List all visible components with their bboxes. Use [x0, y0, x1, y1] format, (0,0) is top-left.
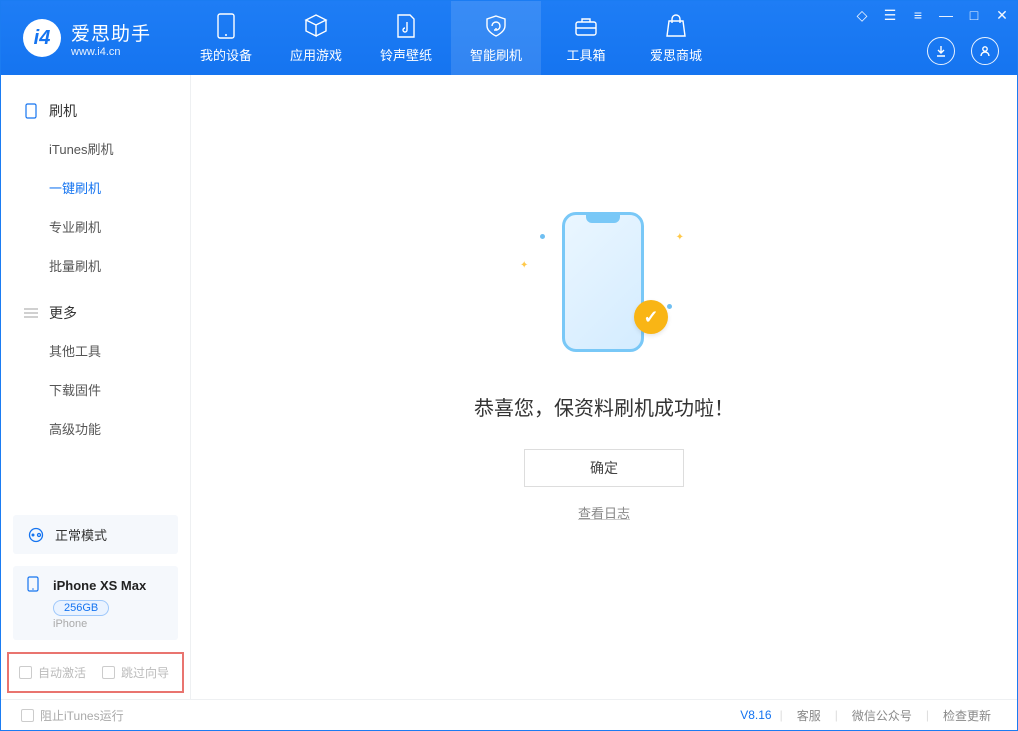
- success-illustration: ✦ ✦ ✓: [544, 212, 664, 362]
- list-lines-icon: [23, 305, 39, 321]
- phone-outline-icon: [23, 103, 39, 119]
- highlighted-options: 自动激活 跳过向导: [7, 652, 184, 693]
- bag-icon: [663, 13, 689, 39]
- footer-link-service[interactable]: 客服: [791, 707, 827, 724]
- toolbox-icon: [573, 13, 599, 39]
- dot-icon: [540, 234, 545, 239]
- footer-link-wechat[interactable]: 微信公众号: [846, 707, 918, 724]
- nav-ringtones[interactable]: 铃声壁纸: [361, 1, 451, 75]
- app-subtitle: www.i4.cn: [71, 46, 151, 58]
- download-button[interactable]: [927, 37, 955, 65]
- sidebar-section-more: 更多: [1, 295, 190, 331]
- device-name: iPhone XS Max: [53, 578, 146, 593]
- app-header: i4 爱思助手 www.i4.cn 我的设备 应用游戏 铃声壁纸 智能刷机 工具…: [1, 1, 1017, 75]
- phone-icon: [213, 13, 239, 39]
- cube-icon: [303, 13, 329, 39]
- dot-icon: [667, 304, 672, 309]
- logo-icon: i4: [23, 19, 61, 57]
- sidebar-item-oneclick-flash[interactable]: 一键刷机: [1, 168, 190, 207]
- sparkle-icon: ✦: [520, 260, 528, 271]
- menu-icon[interactable]: ≡: [909, 7, 927, 24]
- sidebar: 刷机 iTunes刷机 一键刷机 专业刷机 批量刷机 更多 其他工具 下载固件 …: [1, 75, 191, 699]
- minimize-button[interactable]: —: [937, 7, 955, 24]
- sidebar-item-advanced[interactable]: 高级功能: [1, 409, 190, 448]
- app-title: 爱思助手: [71, 19, 151, 46]
- music-file-icon: [393, 13, 419, 39]
- device-phone-icon: [27, 576, 45, 594]
- device-capacity: 256GB: [53, 600, 109, 616]
- device-card[interactable]: iPhone XS Max 256GB iPhone: [13, 566, 178, 640]
- sidebar-item-pro-flash[interactable]: 专业刷机: [1, 207, 190, 246]
- checkbox-block-itunes[interactable]: 阻止iTunes运行: [21, 707, 124, 724]
- version-label: V8.16: [740, 708, 771, 722]
- mode-icon: [27, 526, 45, 544]
- sparkle-icon: ✦: [676, 232, 684, 243]
- ok-button[interactable]: 确定: [524, 449, 684, 487]
- checkbox-icon: [102, 666, 115, 679]
- checkbox-icon: [19, 666, 32, 679]
- nav-toolbox[interactable]: 工具箱: [541, 1, 631, 75]
- mode-card[interactable]: 正常模式: [13, 515, 178, 554]
- window-controls: ◇ ☰ ≡ — □ ✕: [853, 7, 1011, 24]
- nav-smart-flash[interactable]: 智能刷机: [451, 1, 541, 75]
- status-bar: 阻止iTunes运行 V8.16 | 客服 | 微信公众号 | 检查更新: [1, 699, 1017, 730]
- phone-graphic: [562, 212, 644, 352]
- view-log-link[interactable]: 查看日志: [578, 503, 630, 522]
- footer-link-update[interactable]: 检查更新: [937, 707, 997, 724]
- sidebar-item-itunes-flash[interactable]: iTunes刷机: [1, 129, 190, 168]
- device-type: iPhone: [53, 618, 164, 630]
- check-badge-icon: ✓: [634, 300, 668, 334]
- sidebar-item-download-firmware[interactable]: 下载固件: [1, 370, 190, 409]
- nav-apps-games[interactable]: 应用游戏: [271, 1, 361, 75]
- success-message: 恭喜您，保资料刷机成功啦！: [474, 392, 734, 421]
- sidebar-item-batch-flash[interactable]: 批量刷机: [1, 246, 190, 285]
- refresh-shield-icon: [483, 13, 509, 39]
- main-content: ✦ ✦ ✓ 恭喜您，保资料刷机成功啦！ 确定 查看日志: [191, 75, 1017, 699]
- checkbox-skip-wizard[interactable]: 跳过向导: [102, 664, 169, 681]
- user-controls: [927, 37, 999, 65]
- sidebar-item-other-tools[interactable]: 其他工具: [1, 331, 190, 370]
- list-icon[interactable]: ☰: [881, 7, 899, 24]
- nav-my-device[interactable]: 我的设备: [181, 1, 271, 75]
- sidebar-section-flash: 刷机: [1, 93, 190, 129]
- user-button[interactable]: [971, 37, 999, 65]
- nav-store[interactable]: 爱思商城: [631, 1, 721, 75]
- close-button[interactable]: ✕: [993, 7, 1011, 24]
- maximize-button[interactable]: □: [965, 7, 983, 24]
- app-logo: i4 爱思助手 www.i4.cn: [1, 19, 181, 58]
- main-nav: 我的设备 应用游戏 铃声壁纸 智能刷机 工具箱 爱思商城: [181, 1, 721, 75]
- shirt-icon[interactable]: ◇: [853, 7, 871, 24]
- checkbox-auto-activate[interactable]: 自动激活: [19, 664, 86, 681]
- checkbox-icon: [21, 709, 34, 722]
